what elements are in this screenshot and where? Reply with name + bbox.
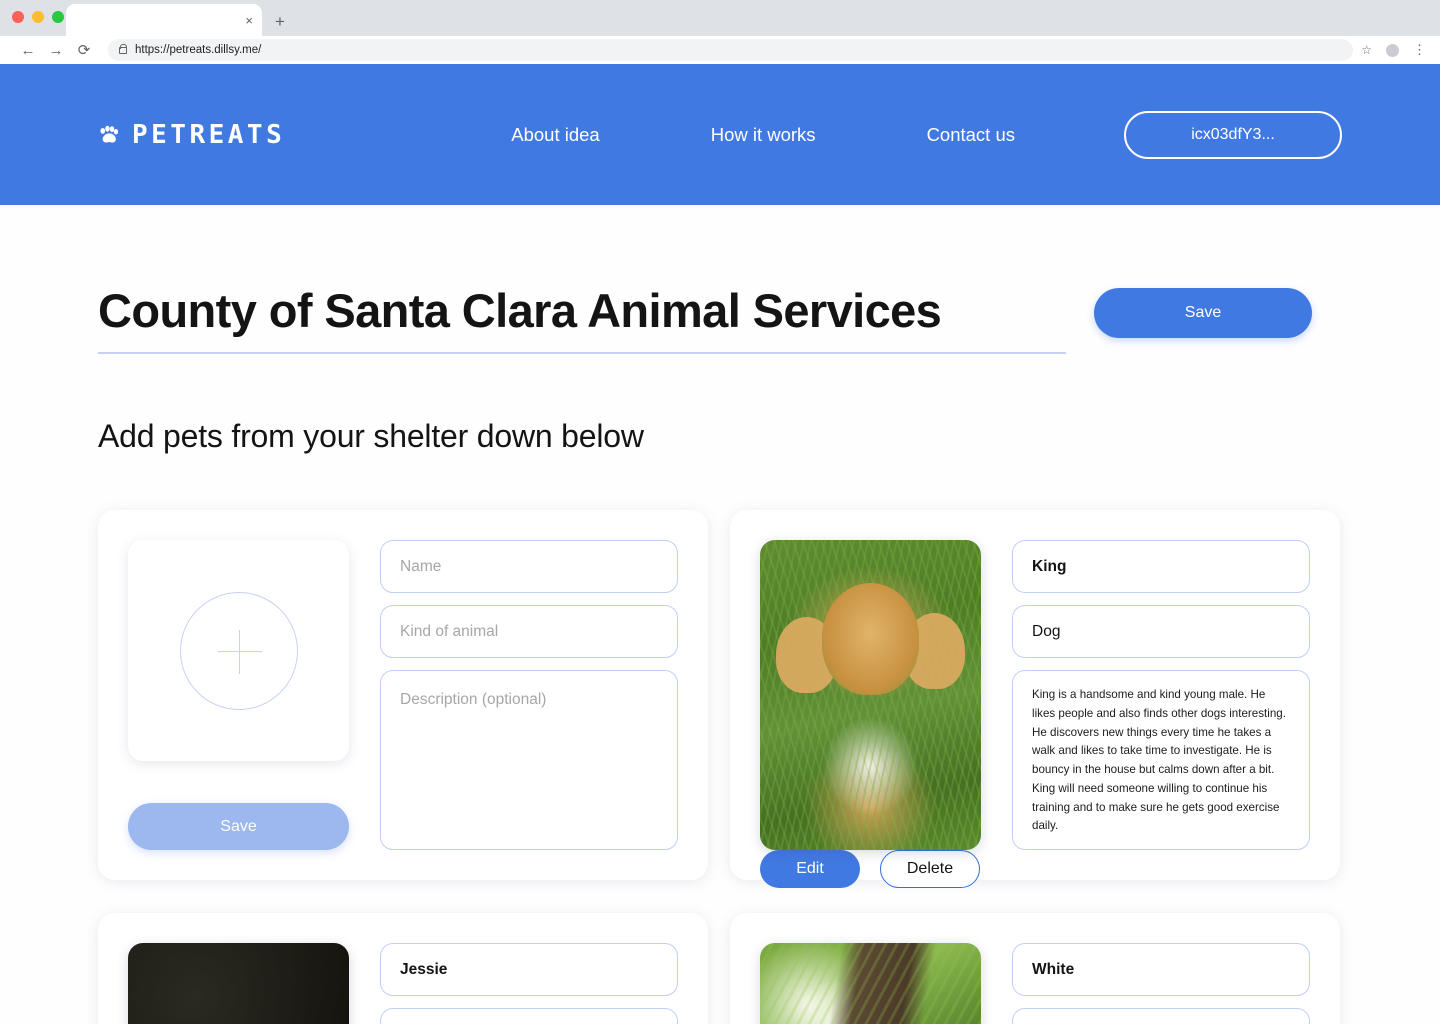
page-content: Save Add pets from your shelter down bel…	[0, 205, 1440, 1024]
browser-chrome: × + ← → ⟳ https://petreats.dillsy.me/ ☆ …	[0, 0, 1440, 64]
close-window-button[interactable]	[12, 11, 24, 23]
main-navigation: About idea How it works Contact us	[511, 124, 1015, 146]
nav-link-contact-us[interactable]: Contact us	[927, 124, 1015, 146]
add-pet-card-left: Save	[128, 540, 349, 850]
address-bar-url: https://petreats.dillsy.me/	[135, 44, 262, 56]
address-bar[interactable]: https://petreats.dillsy.me/	[108, 39, 1354, 61]
pet-name-input[interactable]	[1012, 943, 1310, 996]
browser-menu-icon[interactable]: ⋮	[1413, 43, 1426, 56]
pet-photo[interactable]	[128, 943, 349, 1024]
add-pet-card-right	[380, 540, 678, 850]
paw-icon	[100, 125, 119, 143]
edit-pet-button[interactable]: Edit	[760, 850, 860, 888]
delete-pet-button[interactable]: Delete	[880, 850, 980, 888]
new-pet-kind-input[interactable]	[380, 605, 678, 658]
shelter-title-row: Save	[98, 205, 1342, 354]
profile-avatar-icon[interactable]	[1386, 43, 1399, 57]
pet-kind-input[interactable]	[1012, 605, 1310, 658]
back-icon[interactable]: ←	[14, 43, 42, 58]
pet-card-left: Edit Delete	[760, 540, 981, 888]
pet-card-left: Edit Delete	[760, 943, 981, 1024]
site-header: PETREATS About idea How it works Contact…	[0, 64, 1440, 205]
minimize-window-button[interactable]	[32, 11, 44, 23]
new-pet-description-input[interactable]	[380, 670, 678, 850]
browser-tabstrip: × +	[0, 0, 1440, 36]
add-photo-button[interactable]	[128, 540, 349, 761]
maximize-window-button[interactable]	[52, 11, 64, 23]
bookmark-star-icon[interactable]: ☆	[1361, 43, 1372, 57]
lock-icon	[119, 43, 128, 54]
pet-name-input[interactable]	[380, 943, 678, 996]
new-pet-name-input[interactable]	[380, 540, 678, 593]
save-new-pet-button[interactable]: Save	[128, 803, 349, 850]
save-shelter-button[interactable]: Save	[1094, 287, 1312, 338]
pet-card-right	[380, 943, 678, 1024]
account-button[interactable]: icx03dfY3...	[1124, 110, 1342, 159]
pet-cards-grid: Save Edit Delete King is a handsome and …	[98, 510, 1342, 1024]
brand-logo[interactable]: PETREATS	[98, 120, 285, 150]
pet-kind-input[interactable]	[380, 1008, 678, 1024]
pet-name-input[interactable]	[1012, 540, 1310, 593]
pet-photo[interactable]	[760, 540, 981, 850]
pet-card-right: King is a handsome and kind young male. …	[1012, 540, 1310, 850]
new-tab-icon[interactable]: +	[275, 13, 285, 30]
plus-icon	[179, 591, 298, 710]
pet-kind-input[interactable]	[1012, 1008, 1310, 1024]
page-subtitle: Add pets from your shelter down below	[98, 418, 644, 454]
shelter-title-input[interactable]	[98, 283, 1066, 354]
pet-card: Edit Delete	[98, 913, 708, 1024]
browser-toolbar: ← → ⟳ https://petreats.dillsy.me/ ☆ ⋮	[0, 36, 1440, 64]
window-controls	[12, 11, 64, 23]
nav-link-about-idea[interactable]: About idea	[511, 124, 599, 146]
pet-card-right	[1012, 943, 1310, 1024]
browser-tab[interactable]: ×	[66, 4, 262, 36]
pet-card: Edit Delete King is a handsome and kind …	[730, 510, 1340, 888]
pet-description[interactable]: King is a handsome and kind young male. …	[1012, 670, 1310, 850]
pet-card-left: Edit Delete	[128, 943, 349, 1024]
add-pet-card: Save	[98, 510, 708, 880]
reload-icon[interactable]: ⟳	[70, 43, 98, 58]
forward-icon[interactable]: →	[42, 43, 70, 58]
close-tab-icon[interactable]: ×	[245, 14, 253, 27]
pet-photo[interactable]	[760, 943, 981, 1024]
nav-link-how-it-works[interactable]: How it works	[711, 124, 816, 146]
pet-card: Edit Delete	[730, 913, 1340, 1024]
pet-card-actions: Edit Delete	[760, 850, 981, 888]
brand-name: PETREATS	[132, 119, 286, 150]
